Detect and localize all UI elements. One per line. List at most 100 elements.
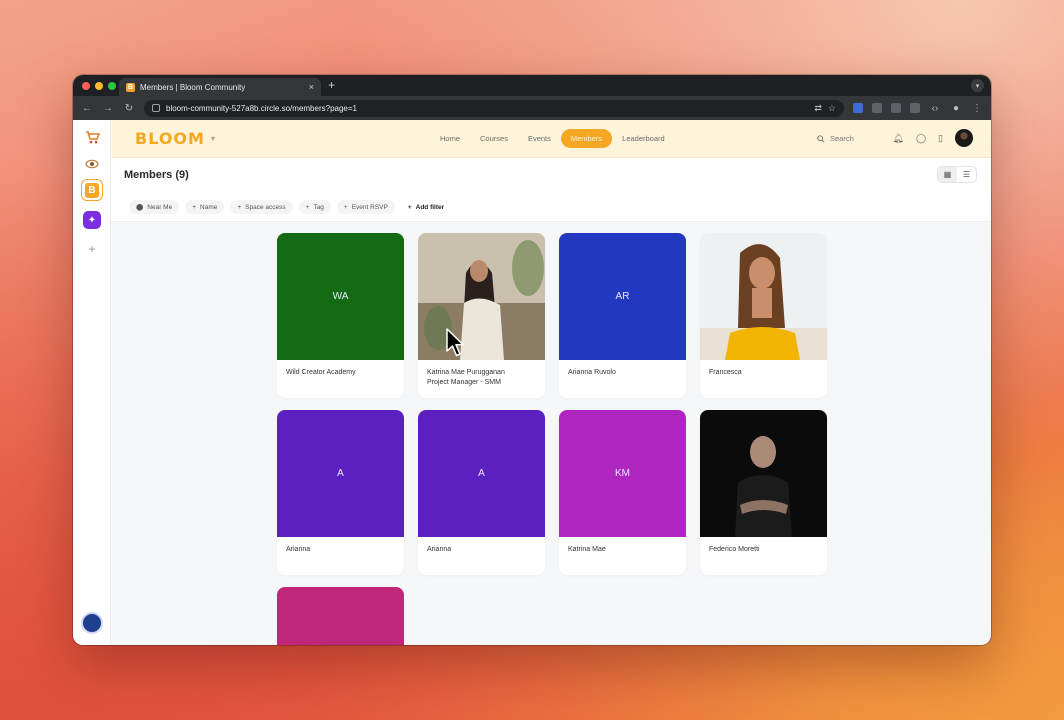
filter-label: Space access <box>245 203 286 211</box>
nav-members[interactable]: Members <box>560 129 613 148</box>
top-icons: 🔔︎ ◯ ▯ <box>893 129 973 147</box>
add-filter-label: Add filter <box>415 203 445 211</box>
minimize-window-button[interactable] <box>95 81 103 90</box>
extension-icon[interactable] <box>853 103 863 113</box>
member-name: Wild Creator Academy <box>286 369 356 376</box>
forward-arrow-icon[interactable]: → <box>102 103 114 114</box>
bloom-logo-icon: B <box>85 182 99 198</box>
member-card[interactable] <box>277 587 404 645</box>
member-name: Katrina Mae Purugganan Project Manager -… <box>427 369 505 386</box>
filter-label: Event RSVP <box>351 203 388 211</box>
extension-icon[interactable] <box>872 103 882 113</box>
reload-icon[interactable]: ↻ <box>123 103 135 114</box>
member-avatar-initials: AR <box>559 233 686 360</box>
member-photo <box>700 233 827 360</box>
location-pin-icon: ⬤ <box>136 204 144 211</box>
search-label: Search <box>830 134 854 143</box>
avatar[interactable] <box>955 129 973 147</box>
favicon-icon: B <box>126 82 135 92</box>
browser-toolbar: ← → ↻ bloom-community-527a8b.circle.so/m… <box>73 96 991 120</box>
plus-icon: + <box>407 203 412 211</box>
member-card[interactable]: Francesca <box>700 233 827 398</box>
member-name: Arianna Ruvolo <box>568 369 616 376</box>
tab-close-icon[interactable]: × <box>309 82 314 92</box>
filter-event-rsvp[interactable]: + Event RSVP <box>336 200 395 214</box>
tab-search-icon[interactable]: ▾ <box>971 79 984 92</box>
filter-label: Name <box>200 203 218 211</box>
community-icon-purple[interactable]: ✦ <box>81 209 103 231</box>
close-window-button[interactable] <box>82 81 90 90</box>
plus-icon: + <box>305 203 310 211</box>
member-avatar-initials: A <box>418 410 545 537</box>
filter-near-me[interactable]: ⬤ Near Me <box>129 200 180 214</box>
member-initials: A <box>478 468 485 479</box>
user-avatar-rail[interactable] <box>81 612 103 634</box>
view-toggle: ▦ ☰ <box>937 166 977 183</box>
member-avatar-initials: A <box>277 410 404 537</box>
member-avatar-initials: WA <box>277 233 404 360</box>
new-tab-button[interactable]: + <box>328 78 335 92</box>
devtools-icon[interactable]: ‹› <box>929 103 941 114</box>
member-card[interactable]: WA Wild Creator Academy <box>277 233 404 398</box>
member-initials: WA <box>332 291 349 302</box>
top-navigation: BLOOM ▾ Home Courses Events Members Lead… <box>111 120 991 158</box>
profile-icon[interactable]: ● <box>950 103 962 114</box>
community-icon-eye[interactable] <box>81 153 103 175</box>
browser-menu-icon[interactable]: ⋮ <box>971 103 983 114</box>
chat-icon[interactable]: ◯ <box>916 133 926 144</box>
translate-icon[interactable]: ⇄ <box>814 103 822 114</box>
avatar <box>81 612 103 634</box>
member-photo <box>700 410 827 537</box>
grid-view-icon[interactable]: ▦ <box>938 167 957 182</box>
add-filter-button[interactable]: + Add filter <box>401 200 451 214</box>
member-name: Arianna <box>427 546 452 553</box>
member-card[interactable]: A Arianna <box>277 410 404 575</box>
member-name: Francesca <box>709 369 742 376</box>
bloom-logo[interactable]: BLOOM <box>135 129 205 148</box>
member-name: Federico Moretti <box>709 546 760 553</box>
nav-links: Home Courses Events Members Leaderboard <box>430 129 675 148</box>
community-icon-cart[interactable] <box>81 126 103 148</box>
search-button[interactable]: Search <box>817 134 854 143</box>
member-card[interactable]: KM Katrina Mae <box>559 410 686 575</box>
browser-tab[interactable]: B Members | Bloom Community × <box>119 78 321 96</box>
sparkle-icon: ✦ <box>83 211 101 229</box>
bookmark-star-icon[interactable]: ☆ <box>828 103 836 114</box>
back-arrow-icon[interactable]: ← <box>81 103 93 114</box>
filter-tag[interactable]: + Tag <box>298 200 331 214</box>
tab-title: Members | Bloom Community <box>140 82 246 92</box>
extension-icon[interactable] <box>891 103 901 113</box>
member-card[interactable]: Federico Moretti <box>700 410 827 575</box>
member-card[interactable]: A Arianna <box>418 410 545 575</box>
add-community-button[interactable]: + <box>81 238 103 260</box>
filter-space-access[interactable]: + Space access <box>230 200 293 214</box>
search-icon <box>817 134 825 143</box>
nav-home[interactable]: Home <box>430 129 470 148</box>
bookmark-icon[interactable]: ▯ <box>938 133 943 144</box>
bell-icon[interactable]: 🔔︎ <box>893 133 904 144</box>
site-info-icon[interactable] <box>152 104 160 112</box>
extensions-puzzle-icon[interactable] <box>910 103 920 113</box>
nav-events[interactable]: Events <box>518 129 561 148</box>
circle-app: B ✦ + BLOOM ▾ Home Courses Events Member… <box>73 120 991 645</box>
community-icon-bloom[interactable]: B <box>81 179 103 201</box>
filter-bar: ⬤ Near Me + Name + Space access + Tag + Event… <box>129 200 451 214</box>
url-text[interactable]: bloom-community-527a8b.circle.so/members… <box>166 104 808 113</box>
filter-label: Near Me <box>147 203 173 211</box>
plus-icon: + <box>192 203 197 211</box>
nav-leaderboard[interactable]: Leaderboard <box>612 129 675 148</box>
plus-icon: + <box>237 203 242 211</box>
member-card[interactable]: AR Arianna Ruvolo <box>559 233 686 398</box>
members-header: Members (9) ▦ ☰ ⬤ Near Me + Name + Space ac… <box>111 158 991 222</box>
member-name: Arianna <box>286 546 311 553</box>
nav-courses[interactable]: Courses <box>470 129 518 148</box>
filter-name[interactable]: + Name <box>185 200 225 214</box>
community-switcher: B ✦ + <box>73 120 111 645</box>
maximize-window-button[interactable] <box>108 81 116 90</box>
chevron-down-icon[interactable]: ▾ <box>211 134 215 143</box>
list-view-icon[interactable]: ☰ <box>957 167 976 182</box>
address-bar[interactable]: bloom-community-527a8b.circle.so/members… <box>144 99 844 117</box>
member-photo <box>418 233 545 360</box>
member-avatar-initials <box>277 587 404 645</box>
member-card[interactable]: Katrina Mae Purugganan Project Manager -… <box>418 233 545 398</box>
